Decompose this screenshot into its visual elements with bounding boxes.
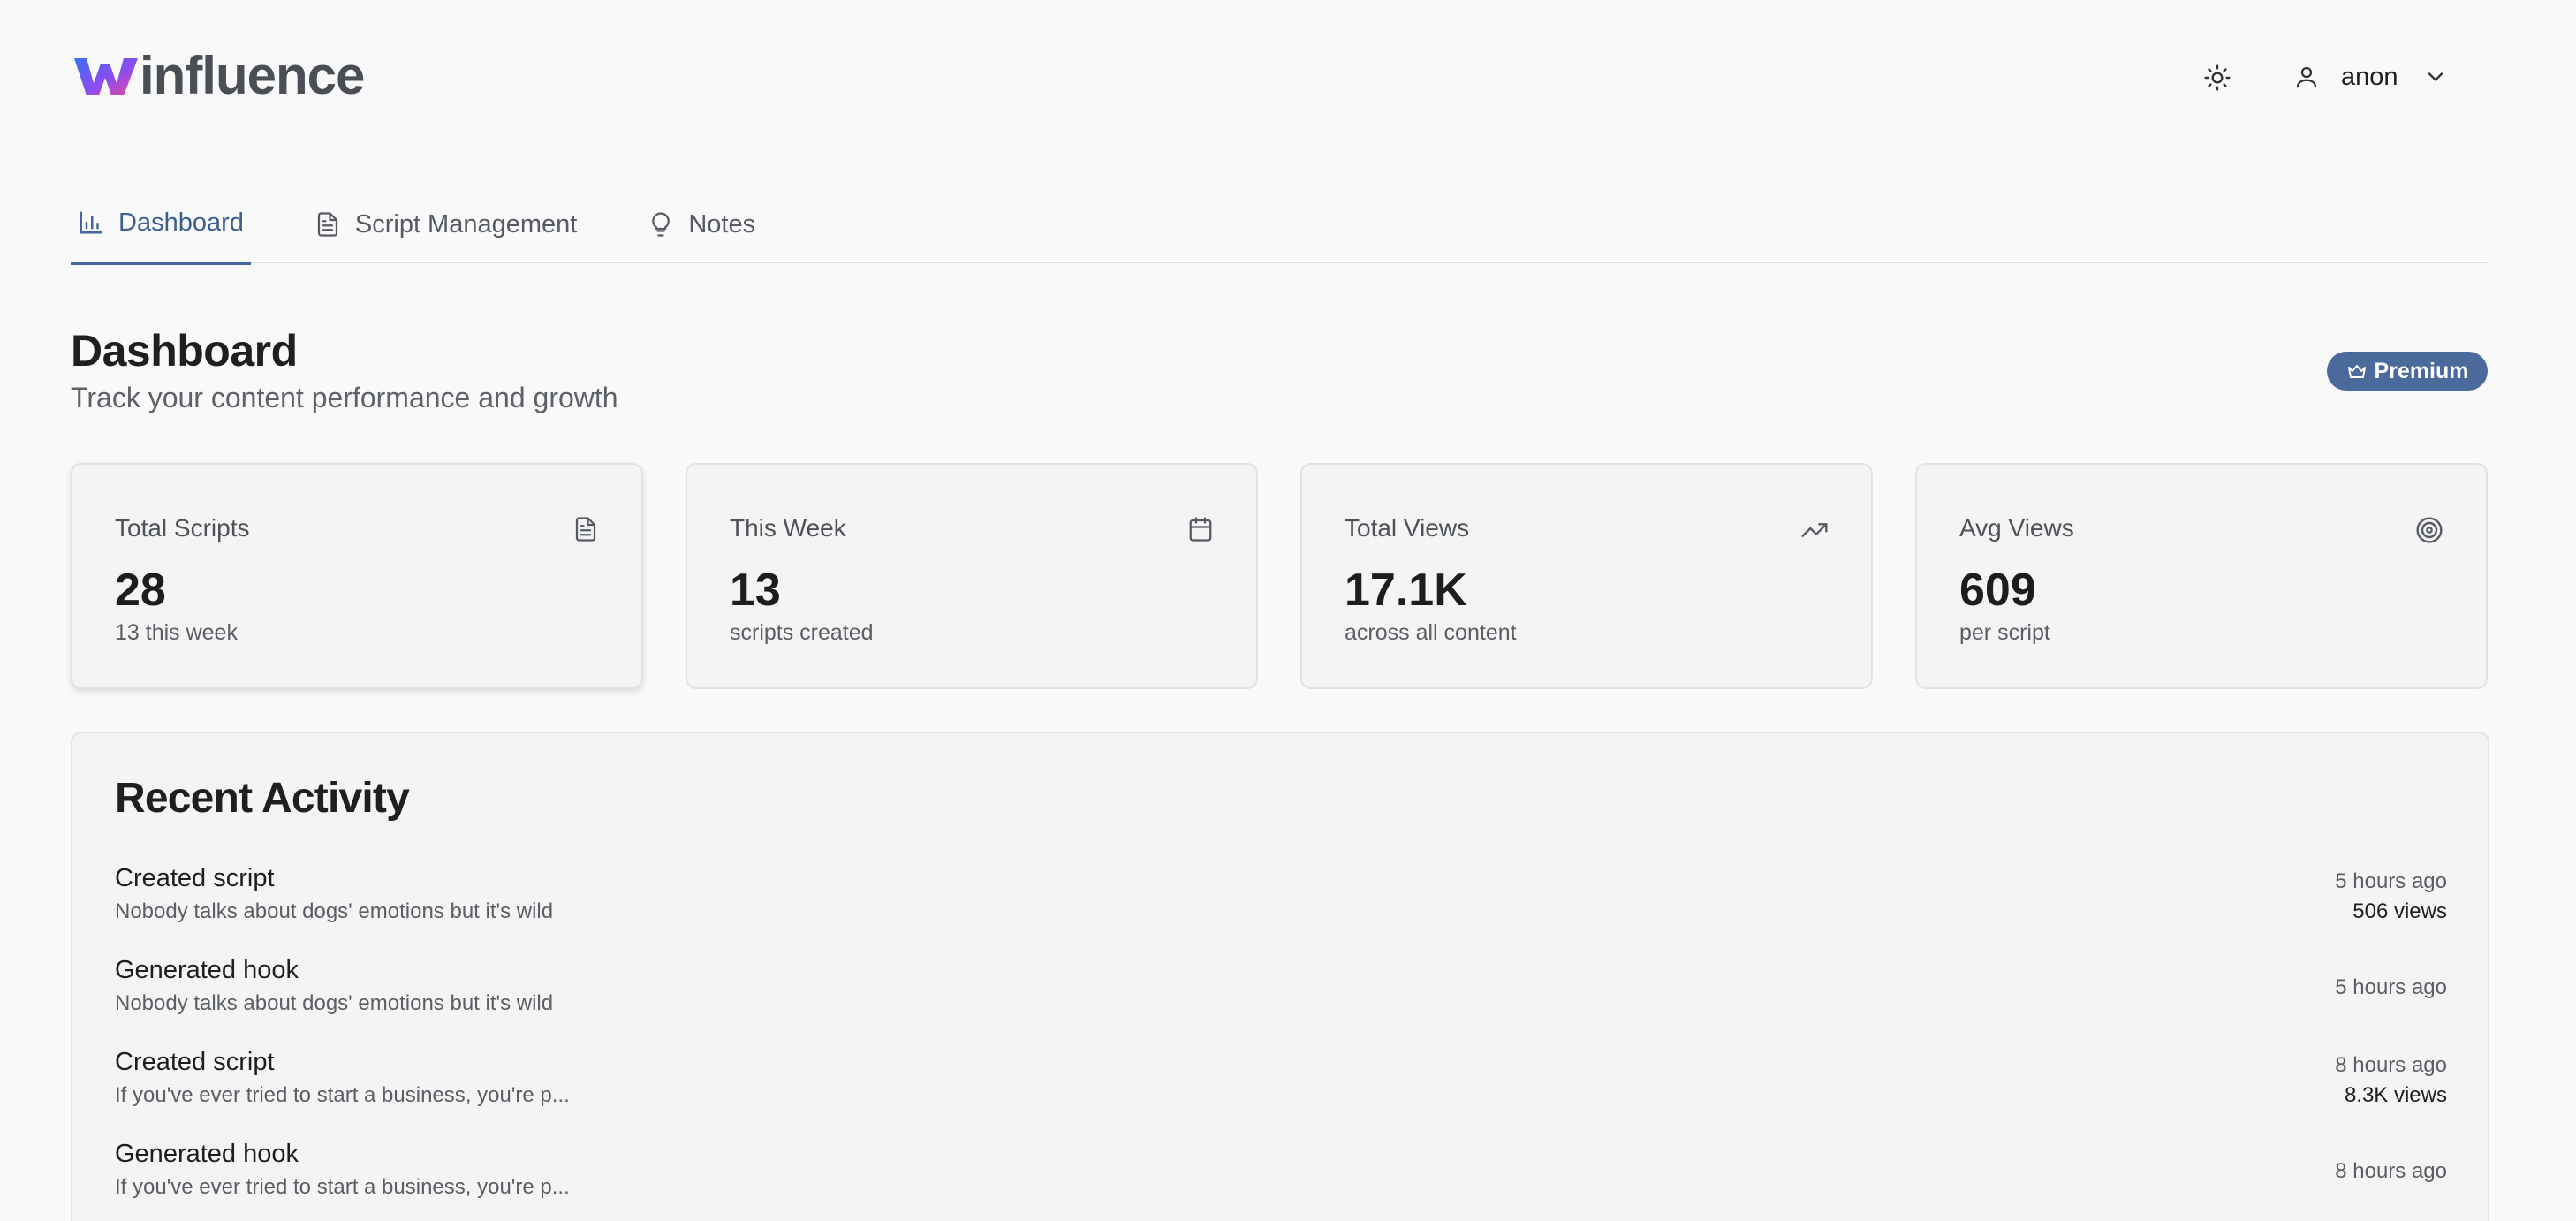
activity-item[interactable]: Generated hook If you've ever tried to s… — [115, 1140, 2447, 1210]
file-text-icon — [317, 212, 337, 237]
logo-w-icon — [74, 58, 138, 95]
activity-time: 5 hours ago — [2335, 869, 2447, 893]
user-menu-button[interactable]: anon — [2293, 55, 2448, 99]
calendar-icon — [1189, 517, 1212, 542]
stat-value: 17.1K — [1345, 565, 1467, 616]
activity-description: Nobody talks about dogs' emotions but it… — [115, 991, 554, 1015]
tab-dashboard[interactable]: Dashboard — [71, 184, 251, 265]
chevron-down-icon — [2428, 72, 2443, 81]
premium-label: Premium — [2374, 358, 2469, 383]
stat-card-total-scripts[interactable]: Total Scripts 28 13 this week — [71, 463, 643, 689]
activity-time: 8 hours ago — [2335, 1159, 2447, 1183]
page-title: Dashboard — [71, 326, 298, 375]
tab-script-management[interactable]: Script Management — [307, 184, 584, 265]
activity-item[interactable]: Created script If you've ever tried to s… — [115, 1048, 2447, 1119]
stat-sub: per script — [1959, 620, 2050, 645]
recent-activity-panel: Recent Activity Created script Nobody ta… — [71, 732, 2489, 1221]
page-subtitle: Track your content performance and growt… — [71, 382, 618, 413]
stat-card-this-week[interactable]: This Week 13 scripts created — [686, 463, 1258, 689]
user-icon — [2296, 66, 2317, 88]
activity-item[interactable]: Created script Nobody talks about dogs' … — [115, 864, 2447, 935]
activity-description: Nobody talks about dogs' emotions but it… — [115, 899, 554, 923]
stat-sub: 13 this week — [115, 620, 238, 645]
logo[interactable]: influence — [71, 46, 365, 105]
stat-sub: across all content — [1345, 620, 1517, 645]
file-icon — [575, 517, 596, 542]
recent-activity-title: Recent Activity — [115, 775, 410, 822]
activity-description: If you've ever tried to start a business… — [115, 1083, 570, 1107]
tab-notes[interactable]: Notes — [640, 184, 762, 265]
page: influence anon Dashboard Script Manageme… — [0, 0, 2576, 1221]
tab-label: Dashboard — [118, 208, 244, 237]
stat-value: 13 — [730, 565, 781, 616]
activity-action: Created script — [115, 864, 275, 892]
sun-icon — [2204, 64, 2231, 91]
stat-label: This Week — [730, 514, 846, 542]
activity-description: If you've ever tried to start a business… — [115, 1175, 570, 1199]
premium-badge[interactable]: Premium — [2327, 352, 2488, 391]
activity-time: 8 hours ago — [2335, 1053, 2447, 1077]
trending-up-icon — [1801, 523, 1828, 537]
activity-time: 5 hours ago — [2335, 975, 2447, 999]
activity-action: Created script — [115, 1048, 275, 1076]
activity-item[interactable]: Generated hook Nobody talks about dogs' … — [115, 956, 2447, 1027]
target-icon — [2416, 517, 2443, 543]
tab-label: Notes — [688, 209, 756, 239]
user-name: anon — [2341, 62, 2398, 91]
stat-card-avg-views[interactable]: Avg Views 609 per script — [1915, 463, 2488, 689]
bar-chart-icon — [80, 211, 102, 234]
activity-action: Generated hook — [115, 956, 299, 984]
stat-value: 609 — [1959, 565, 2036, 616]
stat-label: Total Scripts — [115, 514, 250, 542]
activity-views: 8.3K views — [2344, 1083, 2447, 1107]
stat-label: Avg Views — [1959, 514, 2074, 542]
theme-toggle-button[interactable] — [2198, 58, 2237, 97]
logo-text: influence — [140, 46, 365, 105]
stat-label: Total Views — [1345, 514, 1470, 542]
tab-label: Script Management — [354, 209, 578, 239]
lightbulb-icon — [652, 212, 671, 237]
crown-icon — [2347, 365, 2366, 378]
activity-views: 506 views — [2352, 899, 2447, 923]
nav-tabs: Dashboard Script Management Notes — [71, 182, 2489, 265]
activity-action: Generated hook — [115, 1140, 299, 1168]
stat-sub: scripts created — [730, 620, 874, 645]
stat-card-total-views[interactable]: Total Views 17.1K across all content — [1300, 463, 1873, 689]
stat-value: 28 — [115, 565, 166, 616]
